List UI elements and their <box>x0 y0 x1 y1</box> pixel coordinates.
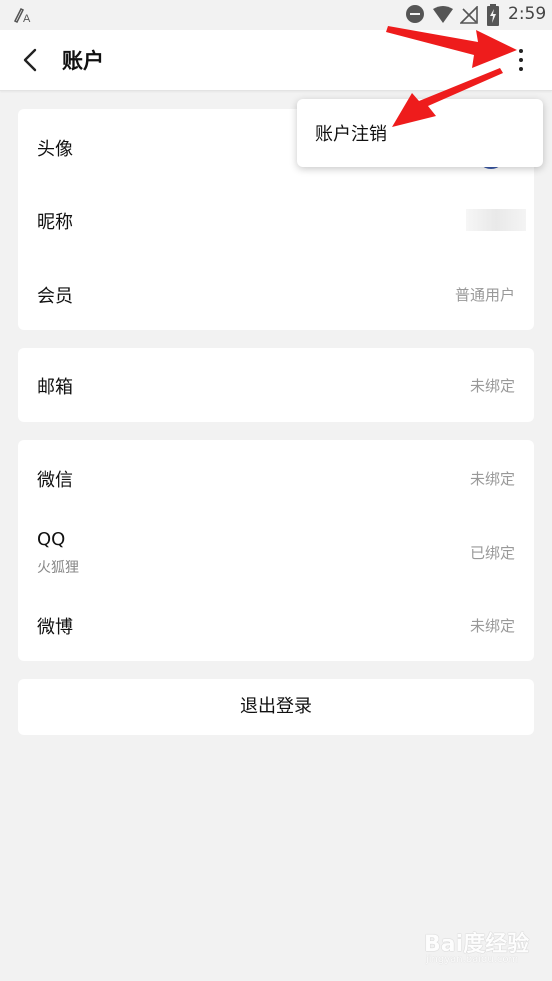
nickname-label: 昵称 <box>37 212 73 233</box>
wechat-row[interactable]: 微信 未绑定 <box>18 440 534 514</box>
page-title: 账户 <box>62 49 104 73</box>
member-label: 会员 <box>37 286 73 307</box>
menu-item-cancel-account[interactable]: 账户注销 <box>315 120 387 146</box>
nickname-value-obscured <box>466 209 526 231</box>
email-label: 邮箱 <box>37 377 73 398</box>
wifi-icon <box>433 6 453 23</box>
avatar-label: 头像 <box>37 139 73 160</box>
qq-account-name: 火狐狸 <box>37 560 79 576</box>
back-arrow-icon[interactable] <box>20 48 42 72</box>
qq-label: QQ <box>37 529 66 550</box>
member-row[interactable]: 会员 普通用户 <box>18 257 534 330</box>
status-time: 2:59 <box>508 4 547 24</box>
weibo-row[interactable]: 微博 未绑定 <box>18 588 534 661</box>
member-value: 普通用户 <box>454 286 515 304</box>
more-options-icon[interactable] <box>506 44 536 76</box>
email-card[interactable]: 邮箱 未绑定 <box>18 348 534 422</box>
wechat-label: 微信 <box>37 470 73 491</box>
email-value: 未绑定 <box>469 377 515 395</box>
app-header: 账户 <box>0 30 552 91</box>
battery-charging-icon <box>487 4 499 26</box>
do-not-disturb-icon <box>406 5 424 23</box>
no-signal-icon <box>460 6 478 24</box>
weibo-label: 微博 <box>37 617 73 638</box>
watermark-url: jingyan.baidu.com <box>426 954 519 965</box>
weibo-value: 未绑定 <box>469 617 515 635</box>
status-bar: A 2:59 <box>0 0 552 30</box>
svg-text:A: A <box>23 13 31 25</box>
overflow-menu: 账户注销 <box>297 99 543 167</box>
logout-button[interactable]: 退出登录 <box>18 679 534 735</box>
wechat-value: 未绑定 <box>469 470 515 488</box>
qq-row[interactable]: QQ 火狐狸 已绑定 <box>18 514 534 588</box>
watermark: Bai度经验 jingyan.baidu.com <box>424 926 534 972</box>
email-row[interactable]: 邮箱 未绑定 <box>18 348 534 422</box>
qq-value: 已绑定 <box>469 544 515 562</box>
nickname-row[interactable]: 昵称 <box>18 183 534 257</box>
edit-text-icon: A <box>13 7 31 25</box>
social-bindings-card: 微信 未绑定 QQ 火狐狸 已绑定 微博 未绑定 <box>18 440 534 661</box>
